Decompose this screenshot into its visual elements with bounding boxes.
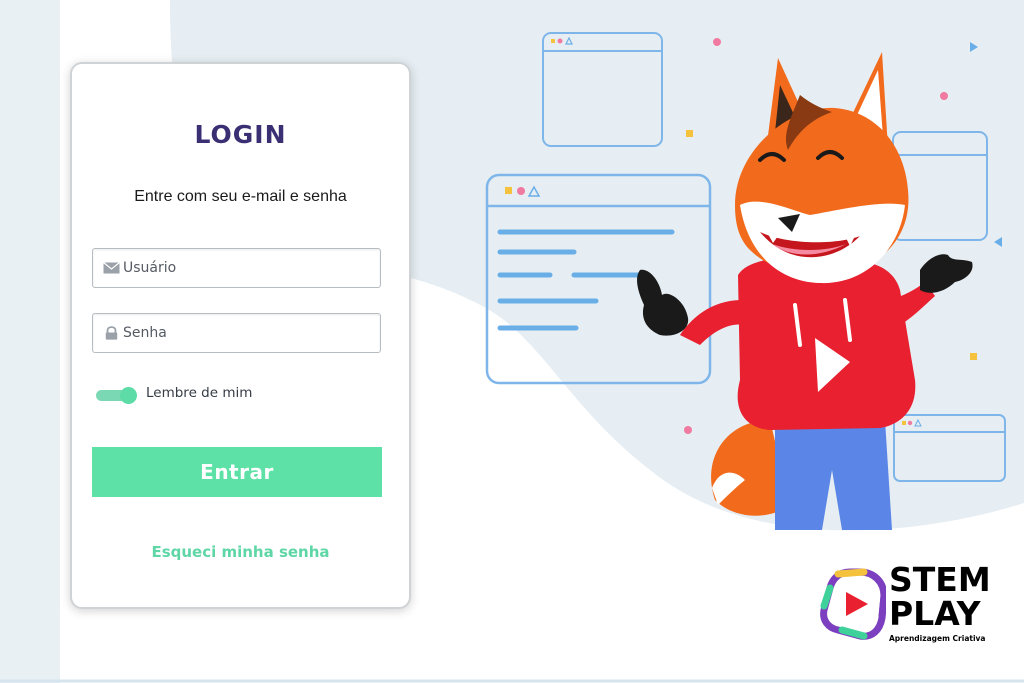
remember-toggle[interactable] [96,387,137,404]
login-subtitle: Entre com seu e-mail e senha [134,188,347,205]
remember-label: Lembre de mim [146,385,253,401]
left-tint [0,0,60,683]
username-input[interactable] [123,249,373,287]
login-title: LOGIN [194,120,287,149]
logo-mark [820,568,886,640]
lock-icon [105,326,118,340]
username-field[interactable] [92,248,381,288]
password-field[interactable] [92,313,381,353]
login-card: LOGIN Entre com seu e-mail e senha Lembr… [70,62,411,609]
logo-line-2: PLAY [889,594,981,633]
logo-line-1: STEM [889,560,991,599]
logo-tagline: Aprendizagem Criativa [889,634,986,643]
envelope-icon [103,262,120,274]
submit-button[interactable]: Entrar [92,447,382,497]
logo-wordmark: STEM PLAY [889,563,991,631]
password-input[interactable] [123,314,373,352]
remember-toggle-knob [120,387,137,404]
forgot-password-link[interactable]: Esqueci minha senha [72,543,409,561]
